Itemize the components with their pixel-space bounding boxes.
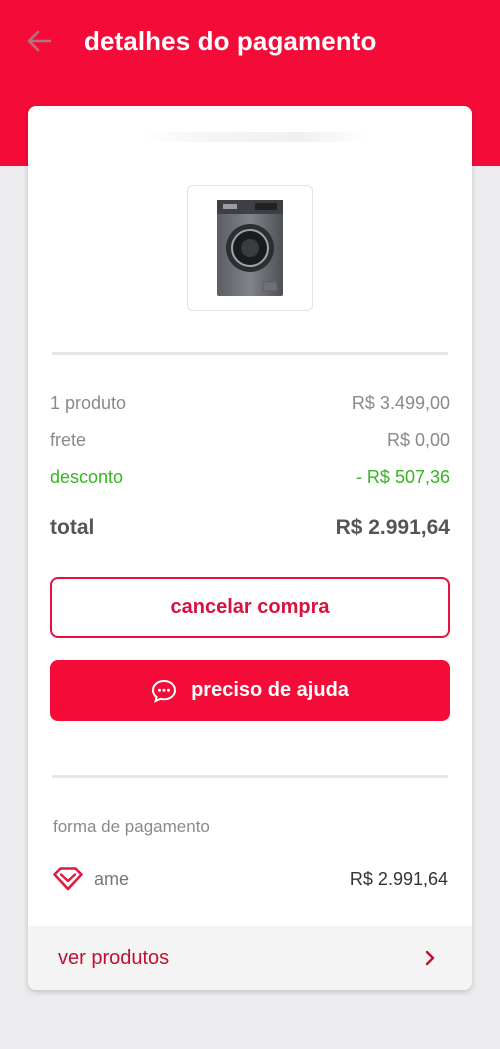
ame-heart-icon [53,867,83,891]
cancel-purchase-label: cancelar compra [170,596,330,618]
view-products-label: ver produtos [58,946,170,969]
payment-method-row: ame R$ 2.991,64 [52,866,448,892]
divider-top [52,352,448,355]
discount-label: desconto [50,467,124,487]
payment-details-card: 1 produto R$ 3.499,00 frete R$ 0,00 desc… [28,106,472,990]
page-title: detalhes do pagamento [84,26,377,56]
chat-bubble-icon [152,679,177,703]
items-row: 1 produto R$ 3.499,00 [50,393,450,414]
payment-amount: R$ 2.991,64 [349,868,448,889]
items-label: 1 produto [50,393,127,413]
total-row: total R$ 2.991,64 [50,516,450,540]
arrow-left-icon [27,30,52,52]
total-value: R$ 2.991,64 [335,516,450,539]
help-label: preciso de ajuda [191,679,349,701]
product-thumbnail[interactable] [187,185,313,311]
cancel-purchase-button[interactable]: cancelar compra [50,577,450,638]
discount-value: - R$ 507,36 [355,467,450,487]
shipping-value: R$ 0,00 [386,430,450,450]
back-button[interactable] [22,24,56,58]
view-products-link[interactable]: ver produtos [28,926,472,990]
shipping-row: frete R$ 0,00 [50,430,450,451]
total-label: total [50,516,95,539]
discount-row: desconto - R$ 507,36 [50,467,450,488]
items-value: R$ 3.499,00 [351,393,450,413]
help-button[interactable]: preciso de ajuda [50,660,450,721]
chevron-right-icon [425,950,435,966]
faint-placeholder [138,132,368,142]
shipping-label: frete [50,430,87,450]
divider-bottom [52,775,448,778]
payment-method-name: ame [94,868,130,889]
washing-machine-icon [217,200,283,296]
payment-section-label: forma de pagamento [53,817,210,836]
